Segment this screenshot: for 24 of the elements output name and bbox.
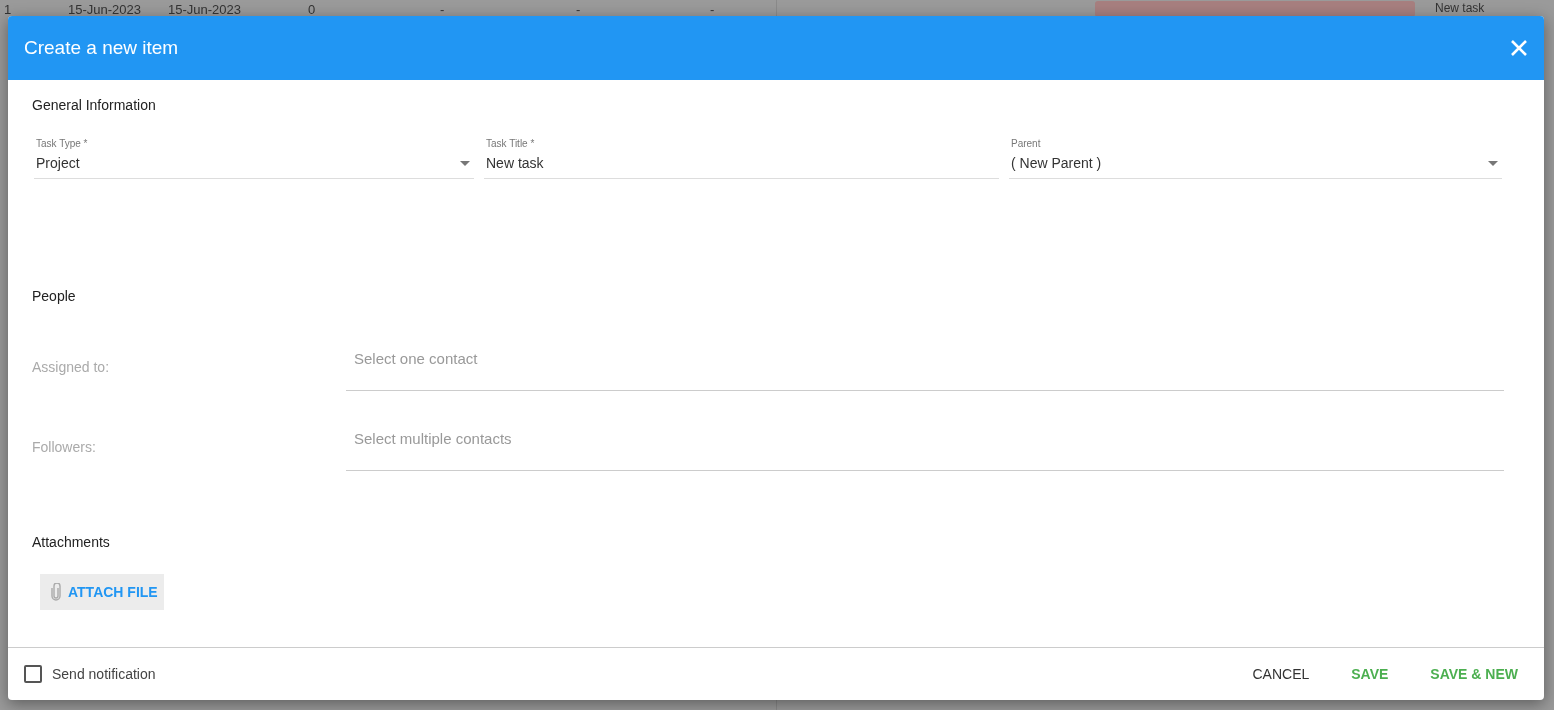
field-label: Assigned to: [32, 359, 111, 377]
dialog-title: Create a new item [24, 37, 179, 59]
section-heading: General Information [32, 96, 157, 114]
close-button[interactable] [1510, 39, 1528, 57]
field-label: Followers: [32, 439, 97, 457]
section-heading: Attachments [32, 533, 111, 551]
checkbox-label: Send notification [52, 666, 156, 682]
table-cell-text: - [710, 1, 716, 19]
footer-button[interactable]: CANCEL [1242, 658, 1320, 690]
table-cell-text: 0 [308, 1, 317, 19]
table-cell-text: - [440, 1, 446, 19]
dropdown-caret-icon [460, 160, 470, 166]
table-cell-text: - [576, 1, 582, 19]
select-field[interactable]: Parent ( New Parent ) [1009, 138, 1502, 179]
text-field[interactable]: Task Title * New task [484, 138, 999, 179]
checkbox[interactable] [24, 665, 42, 683]
table-cell-text: 1 [3, 1, 13, 19]
table-cell-text: 15-Jun-2023 [68, 1, 142, 19]
section-heading: People [32, 287, 77, 305]
paperclip-icon [50, 583, 62, 601]
select-field[interactable]: Task Type * Project [34, 138, 474, 179]
gantt-label: New task [1435, 0, 1485, 16]
table-cell-text: 15-Jun-2023 [168, 1, 242, 19]
dropdown-caret-icon [1488, 160, 1498, 166]
